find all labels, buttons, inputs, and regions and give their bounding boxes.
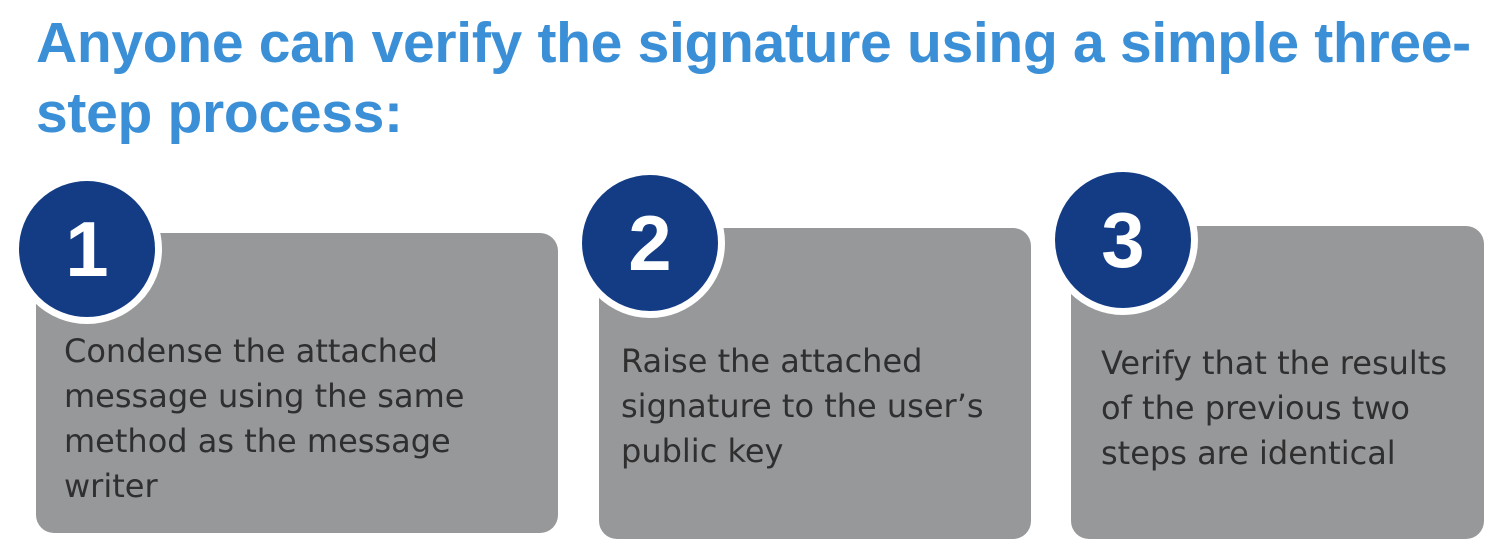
- step-2-number-badge: 2: [575, 168, 725, 318]
- step-1-number: 1: [65, 205, 109, 293]
- step-3-number-badge: 3: [1048, 165, 1198, 315]
- step-1-text: Condense the attached message using the …: [64, 332, 465, 505]
- step-3-number: 3: [1101, 196, 1145, 284]
- step-1-number-badge: 1: [12, 174, 162, 324]
- page-title: Anyone can verify the signature using a …: [36, 11, 1471, 145]
- step-2-text: Raise the attached signature to the user…: [621, 342, 984, 470]
- step-3-text: Verify that the results of the previous …: [1101, 344, 1447, 472]
- step-2-number: 2: [628, 199, 672, 287]
